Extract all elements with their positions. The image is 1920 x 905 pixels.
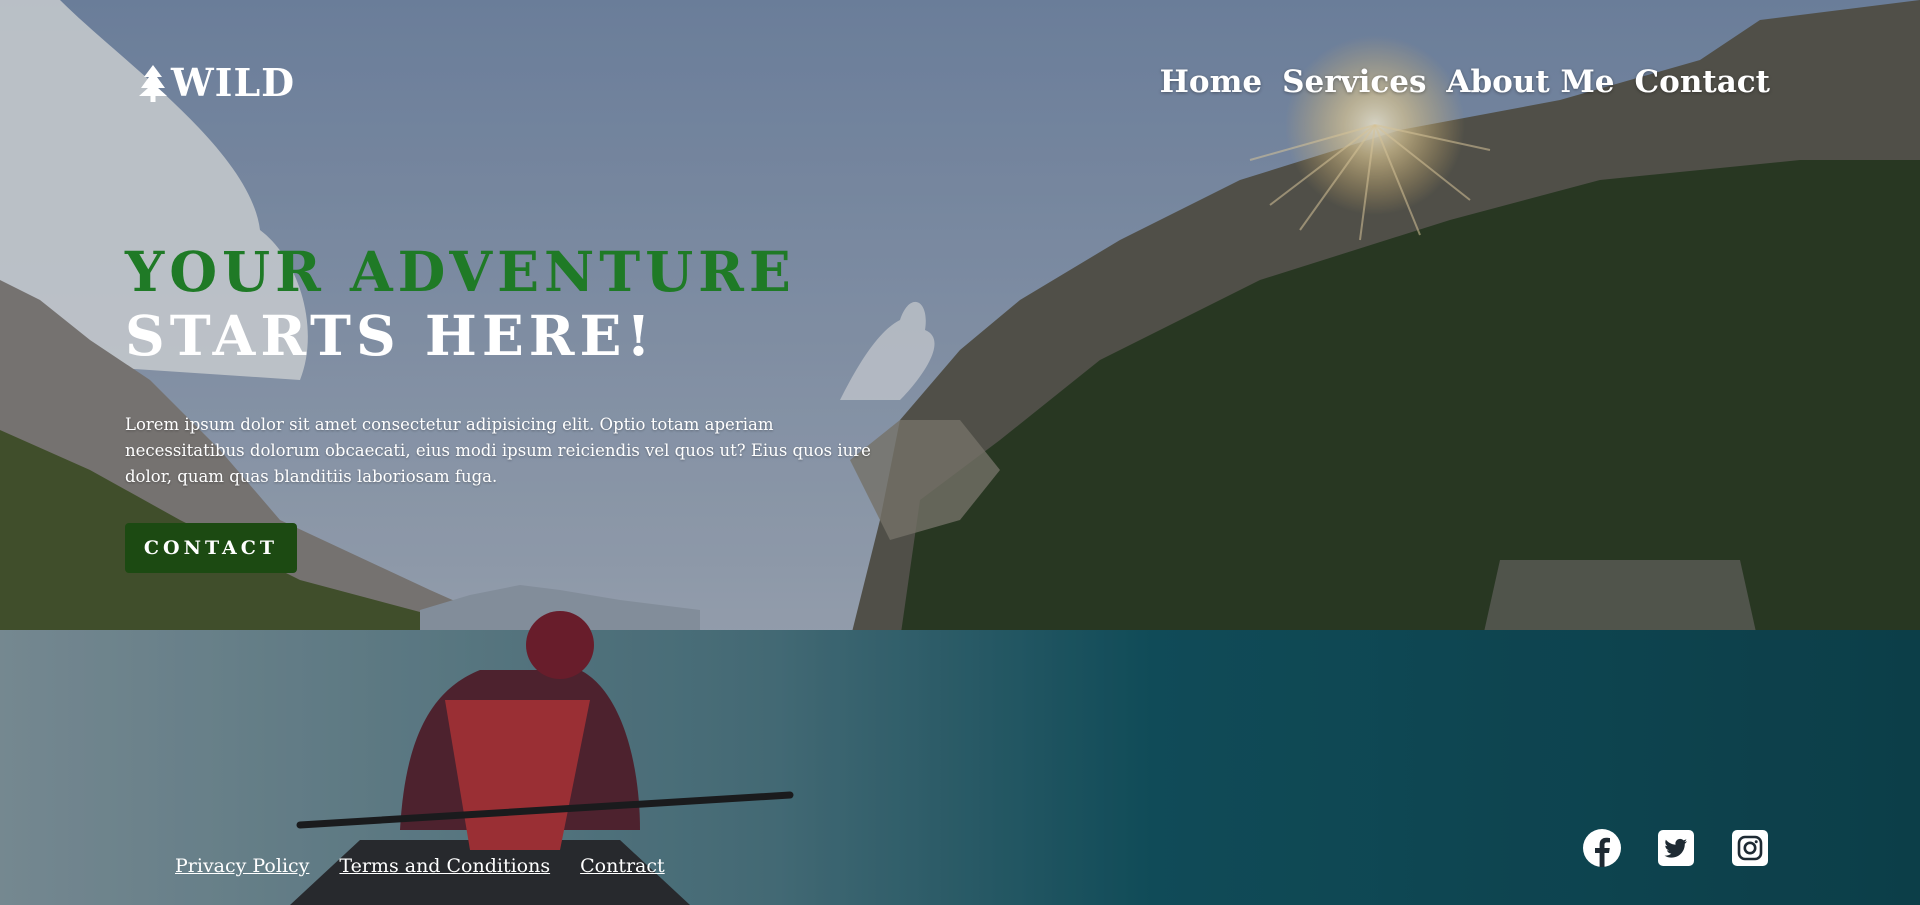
tree-icon xyxy=(139,64,167,102)
hero-description: Lorem ipsum dolor sit amet consectetur a… xyxy=(125,415,871,486)
nav-contact[interactable]: Contact xyxy=(1635,64,1771,100)
instagram-link[interactable] xyxy=(1730,828,1770,868)
nav-services[interactable]: Services xyxy=(1282,64,1426,100)
instagram-icon xyxy=(1732,830,1768,866)
logo-text: WILD xyxy=(171,60,296,105)
facebook-link[interactable] xyxy=(1582,828,1622,868)
nav-about-me[interactable]: About Me xyxy=(1446,64,1614,100)
main-nav: Home Services About Me Contact xyxy=(1160,64,1770,100)
logo-link[interactable]: WILD xyxy=(138,60,295,105)
terms-and-conditions-link[interactable]: Terms and Conditions xyxy=(339,855,550,877)
twitter-icon xyxy=(1658,830,1694,866)
privacy-policy-link[interactable]: Privacy Policy xyxy=(175,855,309,877)
hero-section: YOUR ADVENTURE STARTS HERE! Lorem ipsum … xyxy=(125,240,905,490)
contact-button[interactable]: CONTACT xyxy=(125,523,297,573)
footer-links: Privacy Policy Terms and Conditions Cont… xyxy=(175,855,665,877)
nav-home[interactable]: Home xyxy=(1160,64,1263,100)
social-links xyxy=(1582,828,1770,868)
hero-title: YOUR ADVENTURE STARTS HERE! xyxy=(125,240,905,368)
hero-title-line2: STARTS HERE! xyxy=(125,303,656,368)
twitter-link[interactable] xyxy=(1656,828,1696,868)
hero-title-line1: YOUR ADVENTURE xyxy=(125,239,796,304)
facebook-icon xyxy=(1583,829,1621,867)
contract-link[interactable]: Contract xyxy=(580,855,665,877)
